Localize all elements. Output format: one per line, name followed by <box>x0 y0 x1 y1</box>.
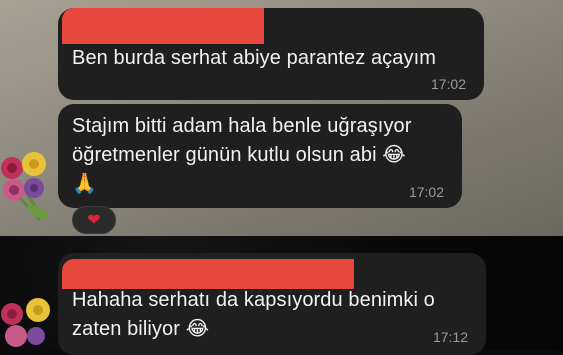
message-text: Hahaha serhatı da kapsıyordu benimki o z… <box>72 286 435 344</box>
laughing-emoji-icon: 😂 <box>185 318 210 340</box>
message-time: 17:02 <box>408 184 444 200</box>
message-line-1: Hahaha serhatı da kapsıyordu benimki o <box>72 289 435 311</box>
message-bubble-3[interactable]: Hahaha serhatı da kapsıyordu benimki o z… <box>58 253 486 355</box>
message-time: 17:12 <box>432 329 468 345</box>
praying-hands-emoji-icon: 🙏 <box>72 173 98 195</box>
message-time: 17:02 <box>430 76 466 92</box>
message-text: Ben burda serhat abiye parantez açayım <box>72 47 437 69</box>
message-bubble-1[interactable]: Ben burda serhat abiye parantez açayım 1… <box>58 8 484 100</box>
message-line-1: Stajım bitti adam hala benle uğraşıyor <box>72 115 412 137</box>
message-bubble-2[interactable]: Stajım bitti adam hala benle uğraşıyor ö… <box>58 104 462 208</box>
heart-icon: ❤ <box>87 212 101 229</box>
redacted-sender-name <box>62 8 264 44</box>
message-line-2: öğretmenler günün kutlu olsun abi 😂 <box>72 144 406 166</box>
flower-sticker-icon <box>1 152 49 222</box>
flower-sticker-icon <box>1 298 50 347</box>
message-line-2: zaten biliyor 😂 <box>72 318 210 340</box>
laughing-emoji-icon: 😂 <box>382 144 406 166</box>
heart-reaction-badge[interactable]: ❤ <box>72 206 116 234</box>
message-text: Stajım bitti adam hala benle uğraşıyor ö… <box>72 112 412 199</box>
redacted-sender-name <box>62 259 354 289</box>
